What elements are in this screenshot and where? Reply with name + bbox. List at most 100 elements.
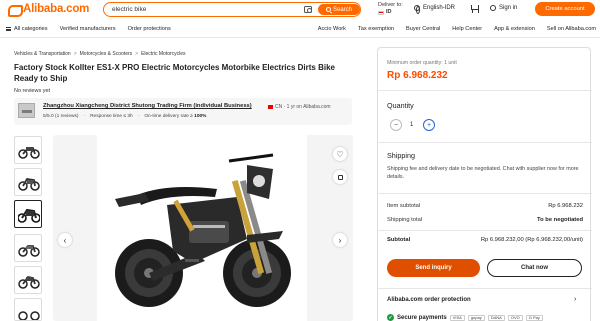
- supplier-response-time: Response time ≤ 3h: [90, 114, 133, 119]
- cart-icon[interactable]: [470, 5, 479, 12]
- nav-verified-manufacturers[interactable]: Verified manufacturers: [60, 26, 116, 32]
- create-account-button[interactable]: Create account: [535, 2, 595, 16]
- deliver-to[interactable]: Deliver to: ID: [378, 2, 403, 16]
- quantity-decrease-button[interactable]: −: [390, 119, 402, 131]
- breadcrumb-item[interactable]: Electric Motorcycles: [141, 51, 185, 57]
- globe-icon: [414, 5, 421, 14]
- nav-app-extension[interactable]: App & extension: [494, 26, 535, 32]
- alibaba-logo-icon: [8, 4, 23, 17]
- item-subtotal-label: Item subtotal: [387, 203, 421, 209]
- all-categories-menu[interactable]: All categories: [6, 26, 48, 32]
- thumbnail[interactable]: [14, 234, 42, 262]
- favorite-heart-icon[interactable]: ♡: [333, 147, 347, 161]
- subtotal-value: Rp 6.968.232,00 (Rp 6.968.232,00/unit): [480, 237, 583, 243]
- nav-help-center[interactable]: Help Center: [452, 26, 482, 32]
- thumbnail[interactable]: [14, 298, 42, 321]
- search-icon: [325, 7, 331, 12]
- supplier-logo[interactable]: [18, 103, 35, 118]
- motorcycle-thumbnail-image: [18, 245, 40, 257]
- language-label: English-IDR: [423, 5, 456, 11]
- item-subtotal-row: Item subtotal Rp 6.968.232: [387, 203, 583, 209]
- separator: ·: [137, 114, 140, 119]
- product-gallery: ‹ ›: [53, 135, 353, 321]
- thumbnail[interactable]: [14, 266, 42, 294]
- alibaba-logo[interactable]: Alibaba.com: [8, 3, 90, 17]
- search-input[interactable]: electric bike: [112, 6, 146, 13]
- shipping-total-value: To be negotiated: [537, 217, 583, 223]
- nav-order-protections[interactable]: Order protections: [128, 26, 171, 32]
- supplier-card: Zhangzhou Xiangcheng District Shutong Tr…: [14, 98, 352, 125]
- payment-visa: VISA: [449, 314, 465, 321]
- logo-text: Alibaba.com: [23, 3, 90, 15]
- send-inquiry-button[interactable]: Send inquiry: [387, 259, 480, 277]
- motorcycle-thumbnail-image: [18, 208, 40, 223]
- deliver-country-code: ID: [386, 9, 392, 15]
- reviews-summary: No reviews yet: [14, 88, 51, 94]
- product-title: Factory Stock Kollter ES1-X PRO Electric…: [14, 63, 335, 83]
- motorcycle-thumbnail-image: [18, 311, 40, 320]
- payment-ovo: OVO: [507, 314, 523, 321]
- sign-in-label: Sign in: [499, 5, 518, 11]
- motorcycle-main-image[interactable]: [97, 135, 307, 321]
- payment-dana: DANA: [487, 314, 505, 321]
- search-bar[interactable]: electric bike Search: [103, 2, 361, 17]
- supplier-rating: 5/5.0 (1 reviews): [43, 114, 79, 119]
- item-subtotal-value: Rp 6.968.232: [548, 203, 583, 209]
- secure-payments-label: Secure payments: [397, 314, 447, 321]
- secure-payments: ✓ Secure payments VISA gopay DANA OVO G …: [387, 314, 543, 321]
- menu-icon: [6, 27, 11, 31]
- language-selector[interactable]: English-IDR: [414, 5, 456, 14]
- thumbnail[interactable]: [14, 136, 42, 164]
- search-button[interactable]: Search: [318, 4, 360, 15]
- sign-in-link[interactable]: Sign in: [490, 5, 517, 11]
- separator: ·: [83, 114, 86, 119]
- order-protection-link[interactable]: Alibaba.com order protection: [387, 297, 471, 303]
- motorcycle-thumbnail-image: [18, 147, 40, 159]
- nav-buyer-central[interactable]: Buyer Central: [406, 26, 440, 32]
- nav-sell-on-alibaba[interactable]: Sell on Alibaba.com: [547, 26, 596, 32]
- previous-image-button[interactable]: ‹: [58, 233, 72, 247]
- payment-gpay: G Pay: [525, 314, 543, 321]
- supplier-name-link[interactable]: Zhangzhou Xiangcheng District Shutong Tr…: [43, 103, 252, 109]
- breadcrumb: Vehicles & Transportation > Motorcycles …: [14, 51, 186, 57]
- zoom-icon-shape: [337, 174, 343, 180]
- motorcycle-thumbnail-image: [18, 276, 40, 289]
- chevron-right-icon[interactable]: ›: [574, 296, 576, 303]
- divider: [378, 90, 592, 91]
- thumbnail-selected[interactable]: [14, 200, 42, 228]
- quantity-increase-button[interactable]: +: [423, 119, 435, 131]
- divider: [378, 142, 592, 143]
- quantity-label: Quantity: [387, 101, 414, 110]
- category-nav: All categories Verified manufacturers Or…: [0, 20, 600, 38]
- supplier-stats: 5/5.0 (1 reviews) · Response time ≤ 3h ·…: [43, 114, 206, 119]
- breadcrumb-item[interactable]: Vehicles & Transportation: [14, 51, 71, 57]
- chat-now-button[interactable]: Chat now: [487, 259, 582, 277]
- indonesia-flag-icon: [378, 10, 384, 15]
- image-search-icon[interactable]: [304, 6, 312, 13]
- top-header: Alibaba.com electric bike Search Deliver…: [0, 0, 600, 20]
- breadcrumb-separator: >: [135, 51, 139, 57]
- next-image-button[interactable]: ›: [333, 233, 347, 247]
- thumbnail[interactable]: [14, 168, 42, 196]
- shipping-total-row: Shipping total To be negotiated: [387, 217, 583, 223]
- delivery-rate: 100%: [194, 114, 207, 119]
- divider: [378, 288, 592, 289]
- main-image-frame: [97, 135, 307, 321]
- shipping-total-label: Shipping total: [387, 217, 423, 223]
- shipping-description: Shipping fee and delivery date to be neg…: [387, 166, 579, 180]
- breadcrumb-item[interactable]: Motorcycles & Scooters: [80, 51, 133, 57]
- divider: [378, 193, 592, 194]
- breadcrumb-separator: >: [73, 51, 77, 57]
- unit-price: Rp 6.968.232: [387, 70, 448, 81]
- subtotal-row: Subtotal Rp 6.968.232,00 (Rp 6.968.232,0…: [387, 237, 583, 243]
- delivery-label: On-time delivery rate ≥: [144, 114, 193, 119]
- shipping-label: Shipping: [387, 151, 415, 160]
- supplier-meta: CN · 1 yr on Alibaba.com: [268, 104, 331, 110]
- nav-tax-exemption[interactable]: Tax exemption: [358, 26, 394, 32]
- zoom-icon[interactable]: [333, 170, 347, 184]
- nav-all-categories: All categories: [14, 26, 48, 32]
- nav-accio-work[interactable]: Accio Work: [318, 26, 346, 32]
- supplier-meta-text: CN · 1 yr on Alibaba.com: [275, 104, 331, 110]
- quantity-input[interactable]: 1: [410, 122, 413, 128]
- user-icon: [490, 5, 496, 11]
